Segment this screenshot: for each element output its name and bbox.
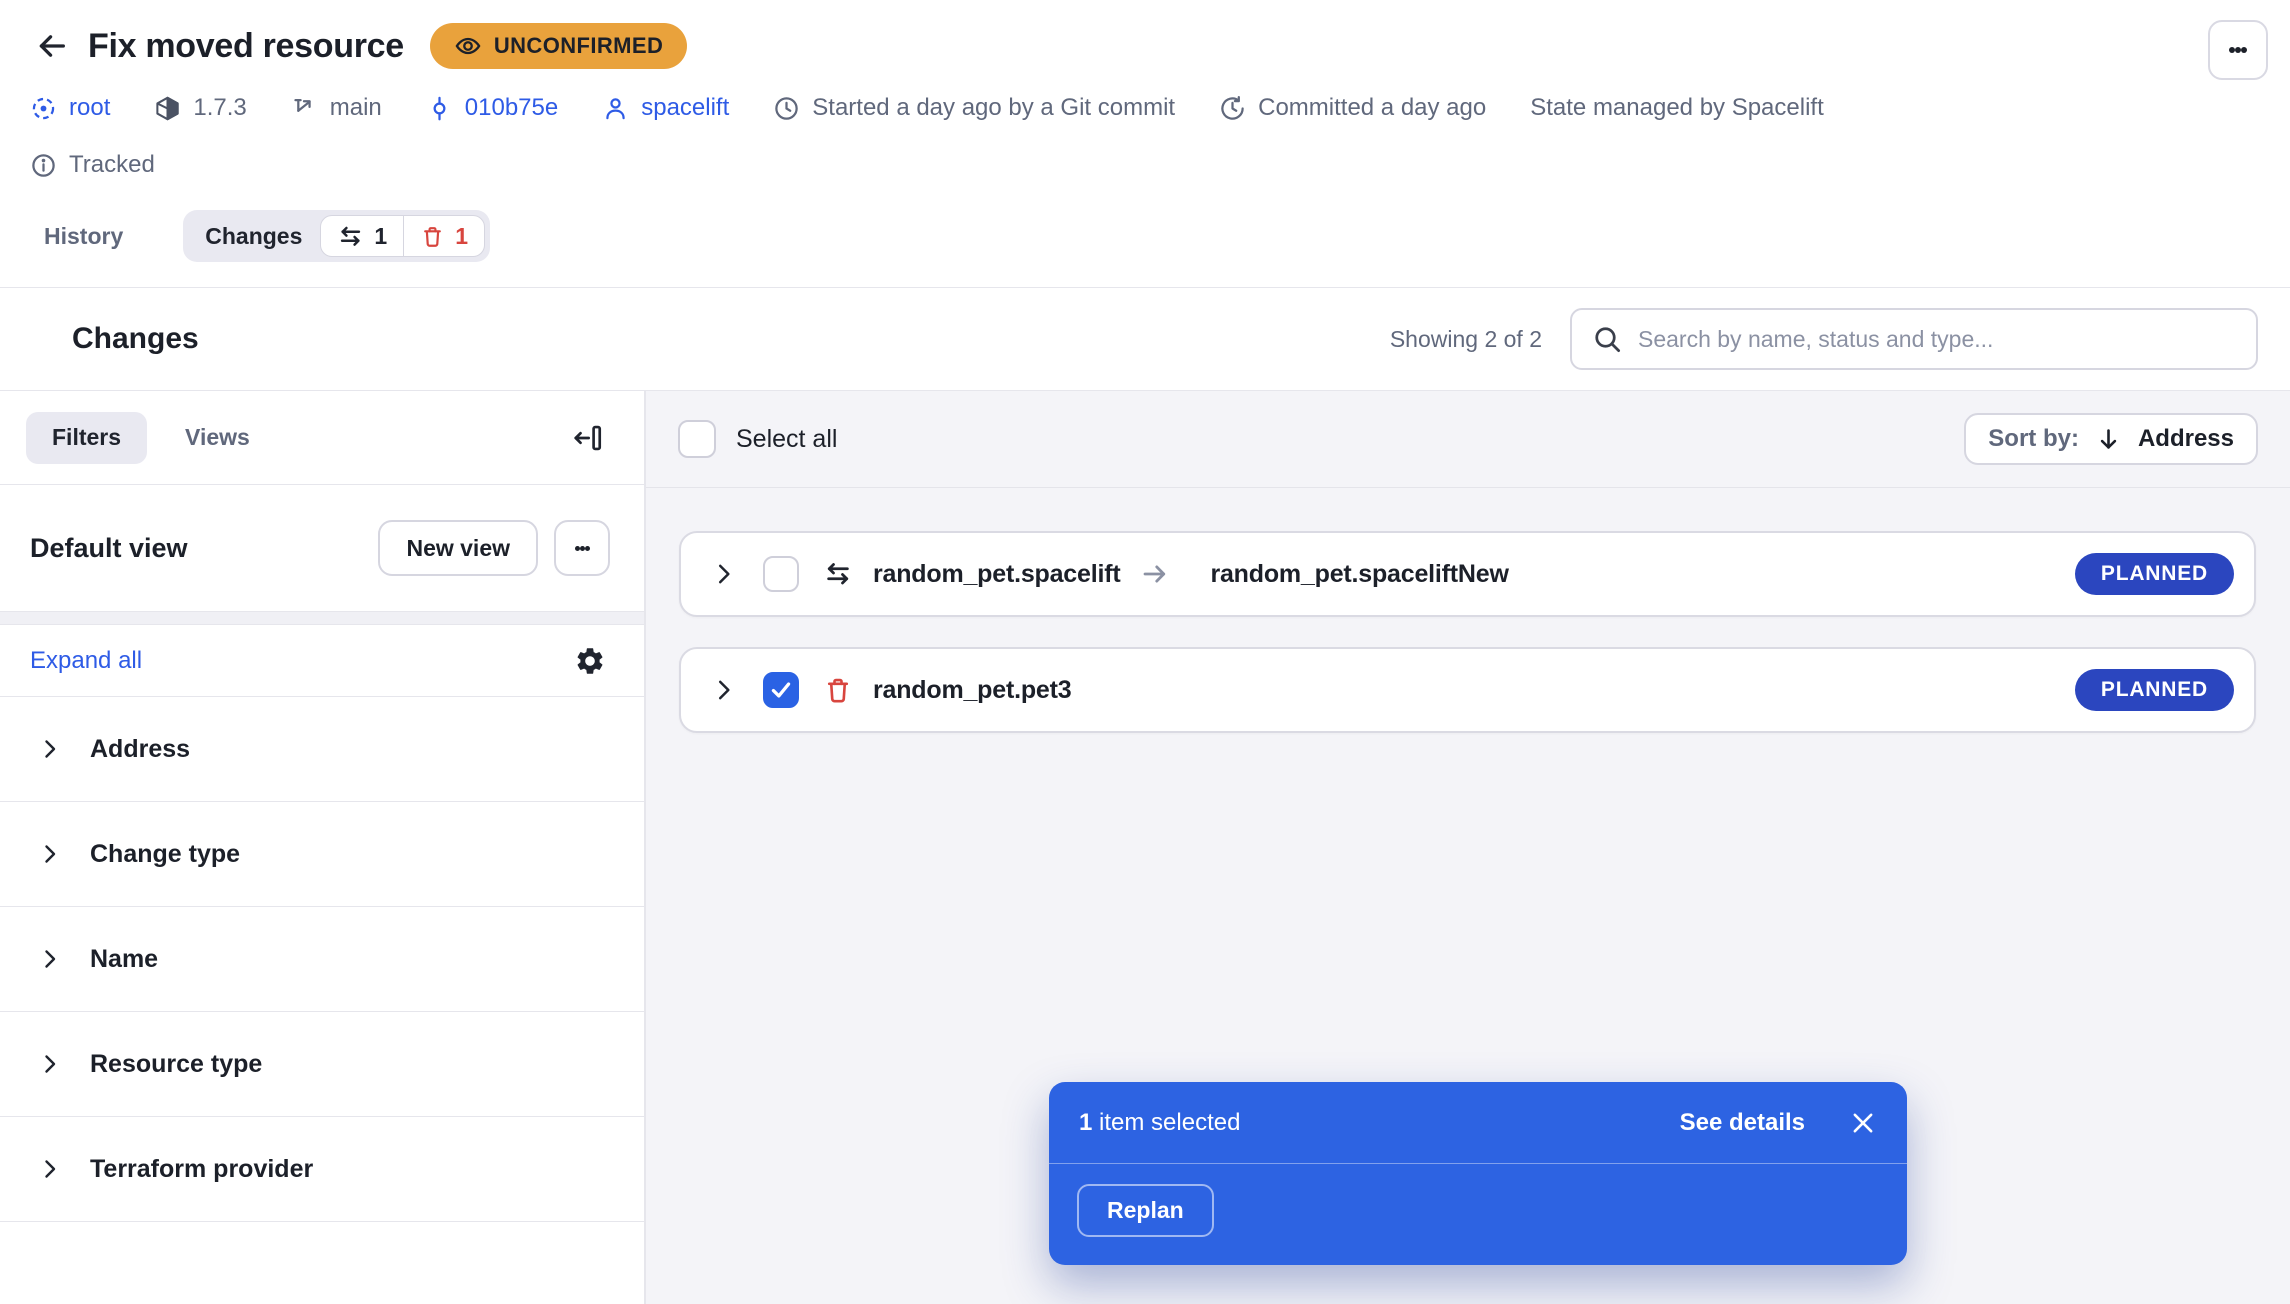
back-button[interactable] bbox=[30, 24, 74, 68]
ellipsis-icon bbox=[575, 546, 590, 551]
meta-space[interactable]: root bbox=[30, 94, 110, 122]
filter-section-address[interactable]: Address bbox=[0, 697, 644, 802]
run-page: Fix moved resource UNCONFIRMED root bbox=[0, 0, 2290, 1304]
resource-address-to: random_pet.spaceliftNew bbox=[1210, 560, 1508, 589]
filter-section-change-type[interactable]: Change type bbox=[0, 802, 644, 907]
meta-state: State managed by Spacelift bbox=[1530, 94, 1824, 122]
select-all-label: Select all bbox=[736, 425, 837, 454]
chevron-right-icon bbox=[38, 947, 62, 971]
meta-version: 1.7.3 bbox=[154, 94, 246, 122]
arrow-right-icon bbox=[1140, 559, 1170, 589]
sidebar-divider bbox=[0, 612, 644, 625]
tab-changes[interactable]: Changes 1 1 bbox=[183, 210, 490, 262]
meta-branch: main bbox=[291, 94, 382, 122]
meta-commit[interactable]: 010b75e bbox=[426, 94, 558, 122]
tab-views[interactable]: Views bbox=[185, 424, 250, 451]
resource-address-from: random_pet.spacelift bbox=[873, 560, 1120, 589]
page-title: Fix moved resource bbox=[88, 27, 404, 66]
expand-all-link[interactable]: Expand all bbox=[30, 647, 142, 675]
tab-filters[interactable]: Filters bbox=[26, 412, 147, 464]
selection-toast: 1 item selected See details Replan bbox=[1049, 1082, 1907, 1265]
eye-icon bbox=[454, 32, 482, 60]
resource-address: random_pet.pet3 bbox=[873, 676, 1071, 705]
change-row-deleted[interactable]: random_pet.pet3 PLANNED bbox=[679, 647, 2256, 733]
status-badge-planned: PLANNED bbox=[2075, 669, 2234, 711]
filters-sidebar: Filters Views Default view New view Expa… bbox=[0, 391, 646, 1304]
header-menu-button[interactable] bbox=[2208, 20, 2268, 80]
chevron-right-icon bbox=[38, 1157, 62, 1181]
result-count: Showing 2 of 2 bbox=[1390, 326, 1542, 353]
commit-icon bbox=[426, 95, 453, 122]
chevron-right-icon bbox=[38, 737, 62, 761]
search-input[interactable] bbox=[1638, 326, 2236, 353]
replan-button[interactable]: Replan bbox=[1077, 1184, 1214, 1237]
info-icon bbox=[30, 152, 57, 179]
selection-message: 1 item selected bbox=[1079, 1109, 1240, 1137]
default-view-label: Default view bbox=[30, 533, 188, 564]
status-badge: UNCONFIRMED bbox=[430, 23, 687, 69]
run-meta: root 1.7.3 main 010b75e bbox=[30, 90, 2260, 126]
meta-committed: Committed a day ago bbox=[1219, 94, 1486, 122]
select-all-checkbox[interactable] bbox=[678, 420, 716, 458]
trash-icon bbox=[823, 675, 853, 705]
chevron-right-icon[interactable] bbox=[711, 561, 737, 587]
deleted-counter: 1 bbox=[403, 216, 484, 256]
moved-counter: 1 bbox=[321, 216, 403, 256]
history-icon bbox=[1219, 95, 1246, 122]
search-icon bbox=[1592, 324, 1622, 354]
check-icon bbox=[768, 677, 794, 703]
gear-icon[interactable] bbox=[574, 645, 606, 677]
tab-history[interactable]: History bbox=[44, 223, 123, 250]
chevron-right-icon bbox=[38, 842, 62, 866]
branch-icon bbox=[291, 95, 318, 122]
cube-icon bbox=[154, 95, 181, 122]
trash-icon bbox=[420, 224, 445, 249]
run-header: Fix moved resource UNCONFIRMED root bbox=[0, 0, 2290, 288]
swap-icon bbox=[823, 559, 853, 589]
close-icon[interactable] bbox=[1849, 1109, 1877, 1137]
arrow-left-icon bbox=[35, 29, 69, 63]
row-checkbox[interactable] bbox=[763, 556, 799, 592]
space-icon bbox=[30, 95, 57, 122]
view-menu-button[interactable] bbox=[554, 520, 610, 576]
sort-button[interactable]: Sort by: Address bbox=[1964, 413, 2258, 465]
filter-section-terraform-provider[interactable]: Terraform provider bbox=[0, 1117, 644, 1222]
section-title: Changes bbox=[72, 322, 199, 356]
collapse-panel-icon[interactable] bbox=[572, 422, 604, 454]
new-view-button[interactable]: New view bbox=[378, 520, 538, 576]
change-row-moved[interactable]: random_pet.spacelift random_pet.spacelif… bbox=[679, 531, 2256, 617]
filter-section-resource-type[interactable]: Resource type bbox=[0, 1012, 644, 1117]
changes-counters: 1 1 bbox=[320, 215, 485, 257]
see-details-link[interactable]: See details bbox=[1680, 1109, 1805, 1137]
chevron-right-icon bbox=[38, 1052, 62, 1076]
meta-started: Started a day ago by a Git commit bbox=[773, 94, 1175, 122]
status-badge-planned: PLANNED bbox=[2075, 553, 2234, 595]
run-tabs: History Changes 1 1 bbox=[30, 210, 2260, 262]
filter-section-name[interactable]: Name bbox=[0, 907, 644, 1012]
ellipsis-icon bbox=[2229, 47, 2247, 53]
changes-section-header: Changes Showing 2 of 2 bbox=[0, 288, 2290, 391]
row-checkbox-checked[interactable] bbox=[763, 672, 799, 708]
meta-tracked: Tracked bbox=[30, 148, 2260, 182]
person-icon bbox=[602, 95, 629, 122]
meta-user[interactable]: spacelift bbox=[602, 94, 729, 122]
swap-icon bbox=[337, 223, 364, 250]
chevron-right-icon[interactable] bbox=[711, 677, 737, 703]
clock-icon bbox=[773, 95, 800, 122]
search-box bbox=[1570, 308, 2258, 370]
arrow-down-icon bbox=[2095, 426, 2122, 453]
